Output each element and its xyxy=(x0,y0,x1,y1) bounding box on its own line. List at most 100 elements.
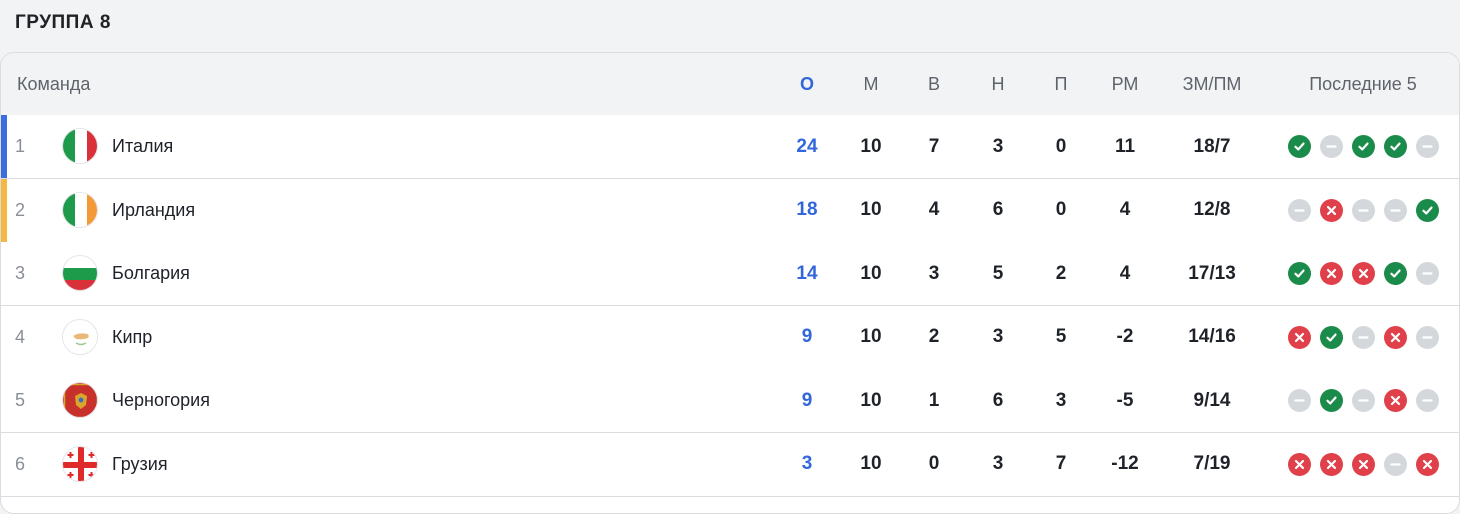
row-rank: 4 xyxy=(15,326,26,347)
loss-icon[interactable] xyxy=(1383,389,1407,412)
header-draws[interactable]: Н xyxy=(968,53,1028,115)
team-points: 14 xyxy=(796,262,818,284)
team-played: 10 xyxy=(860,389,882,411)
header-losses[interactable]: П xyxy=(1031,53,1091,115)
table-row[interactable]: 4 Кипр 9 10 2 3 5 -2 14/16 xyxy=(1,305,1459,370)
header-wins[interactable]: В xyxy=(904,53,964,115)
team-draws: 3 xyxy=(992,135,1004,157)
team-losses: 0 xyxy=(1055,135,1067,157)
loss-icon[interactable] xyxy=(1287,325,1311,349)
table-row[interactable]: 5 Черногория 9 10 1 6 3 -5 9/14 xyxy=(1,369,1459,433)
team-goal-diff: 4 xyxy=(1119,262,1131,284)
team-goals: 18/7 xyxy=(1193,135,1231,157)
team-points: 24 xyxy=(796,135,818,157)
team-goals: 12/8 xyxy=(1193,199,1231,220)
last5-form xyxy=(1281,179,1445,242)
table-row[interactable]: 1 Италия 24 10 7 3 0 11 18/7 xyxy=(1,115,1459,179)
draw-icon[interactable] xyxy=(1351,325,1375,349)
win-icon[interactable] xyxy=(1287,135,1311,158)
win-icon[interactable] xyxy=(1319,389,1343,412)
draw-icon[interactable] xyxy=(1415,389,1439,412)
table-header: Команда О М В Н П РМ ЗМ/ПМ Последние 5 xyxy=(1,53,1459,116)
team-goals: 9/14 xyxy=(1193,389,1231,411)
row-rank: 5 xyxy=(15,390,26,410)
win-icon[interactable] xyxy=(1319,325,1343,349)
header-team[interactable]: Команда xyxy=(17,53,90,115)
win-icon[interactable] xyxy=(1351,135,1375,158)
table-row[interactable]: 3 Болгария 14 10 3 5 2 4 17/13 xyxy=(1,242,1459,306)
draw-icon[interactable] xyxy=(1383,198,1407,222)
win-icon[interactable] xyxy=(1287,262,1311,285)
draw-icon[interactable] xyxy=(1287,389,1311,412)
team-wins: 7 xyxy=(928,135,940,157)
loss-icon[interactable] xyxy=(1287,452,1311,476)
team-name[interactable]: Черногория xyxy=(112,369,210,432)
row-rank: 6 xyxy=(15,453,26,474)
team-played: 10 xyxy=(860,199,882,220)
team-points: 3 xyxy=(801,453,813,474)
team-name[interactable]: Болгария xyxy=(112,242,190,305)
team-losses: 7 xyxy=(1055,453,1067,474)
montenegro-flag-icon xyxy=(62,382,98,418)
draw-icon[interactable] xyxy=(1287,198,1311,222)
row-rank: 2 xyxy=(15,199,26,220)
loss-icon[interactable] xyxy=(1415,452,1439,476)
team-goal-diff: 4 xyxy=(1119,199,1131,220)
row-rank: 3 xyxy=(15,263,26,283)
loss-icon[interactable] xyxy=(1351,262,1375,285)
team-played: 10 xyxy=(860,262,882,284)
header-played[interactable]: М xyxy=(841,53,901,115)
group-title: ГРУППА 8 xyxy=(15,12,111,33)
team-name[interactable]: Италия xyxy=(112,115,173,178)
team-played: 10 xyxy=(860,453,882,474)
draw-icon[interactable] xyxy=(1415,325,1439,349)
draw-icon[interactable] xyxy=(1383,452,1407,476)
team-wins: 1 xyxy=(928,389,940,411)
cyprus-flag-icon xyxy=(62,318,98,355)
loss-icon[interactable] xyxy=(1319,198,1343,222)
loss-icon[interactable] xyxy=(1383,325,1407,349)
team-wins: 0 xyxy=(928,453,940,474)
team-name[interactable]: Кипр xyxy=(112,306,152,369)
draw-icon[interactable] xyxy=(1319,135,1343,158)
win-icon[interactable] xyxy=(1415,198,1439,222)
draw-icon[interactable] xyxy=(1415,262,1439,285)
ireland-flag-icon xyxy=(62,191,98,228)
team-losses: 2 xyxy=(1055,262,1067,284)
team-wins: 4 xyxy=(928,199,940,220)
loss-icon[interactable] xyxy=(1319,262,1343,285)
win-icon[interactable] xyxy=(1383,135,1407,158)
header-points[interactable]: О xyxy=(777,53,837,115)
draw-icon[interactable] xyxy=(1351,198,1375,222)
team-points: 9 xyxy=(801,389,813,411)
draw-icon[interactable] xyxy=(1351,389,1375,412)
georgia-flag-icon xyxy=(62,445,98,482)
team-wins: 3 xyxy=(928,262,940,284)
win-icon[interactable] xyxy=(1383,262,1407,285)
team-played: 10 xyxy=(860,326,882,347)
header-goal-diff[interactable]: РМ xyxy=(1094,53,1156,115)
table-row[interactable]: 2 Ирландия 18 10 4 6 0 4 12/8 xyxy=(1,178,1459,243)
team-goal-diff: -2 xyxy=(1116,326,1134,347)
team-wins: 2 xyxy=(928,326,940,347)
table-row[interactable]: 6 Грузия 3 10 0 3 7 -12 7/19 xyxy=(1,432,1459,497)
team-name[interactable]: Грузия xyxy=(112,433,168,496)
last5-form xyxy=(1281,433,1445,496)
team-name[interactable]: Ирландия xyxy=(112,179,195,242)
header-goals[interactable]: ЗМ/ПМ xyxy=(1166,53,1258,115)
team-goals: 7/19 xyxy=(1193,453,1231,474)
team-losses: 5 xyxy=(1055,326,1067,347)
team-played: 10 xyxy=(860,135,882,157)
last5-form xyxy=(1281,115,1445,178)
draw-icon[interactable] xyxy=(1415,135,1439,158)
team-losses: 0 xyxy=(1055,199,1067,220)
row-rank: 1 xyxy=(15,136,26,156)
last5-form xyxy=(1281,242,1445,305)
loss-icon[interactable] xyxy=(1351,452,1375,476)
team-draws: 3 xyxy=(992,453,1004,474)
team-losses: 3 xyxy=(1055,389,1067,411)
loss-icon[interactable] xyxy=(1319,452,1343,476)
team-goals: 14/16 xyxy=(1188,326,1236,347)
team-draws: 3 xyxy=(992,326,1004,347)
team-draws: 6 xyxy=(992,199,1004,220)
